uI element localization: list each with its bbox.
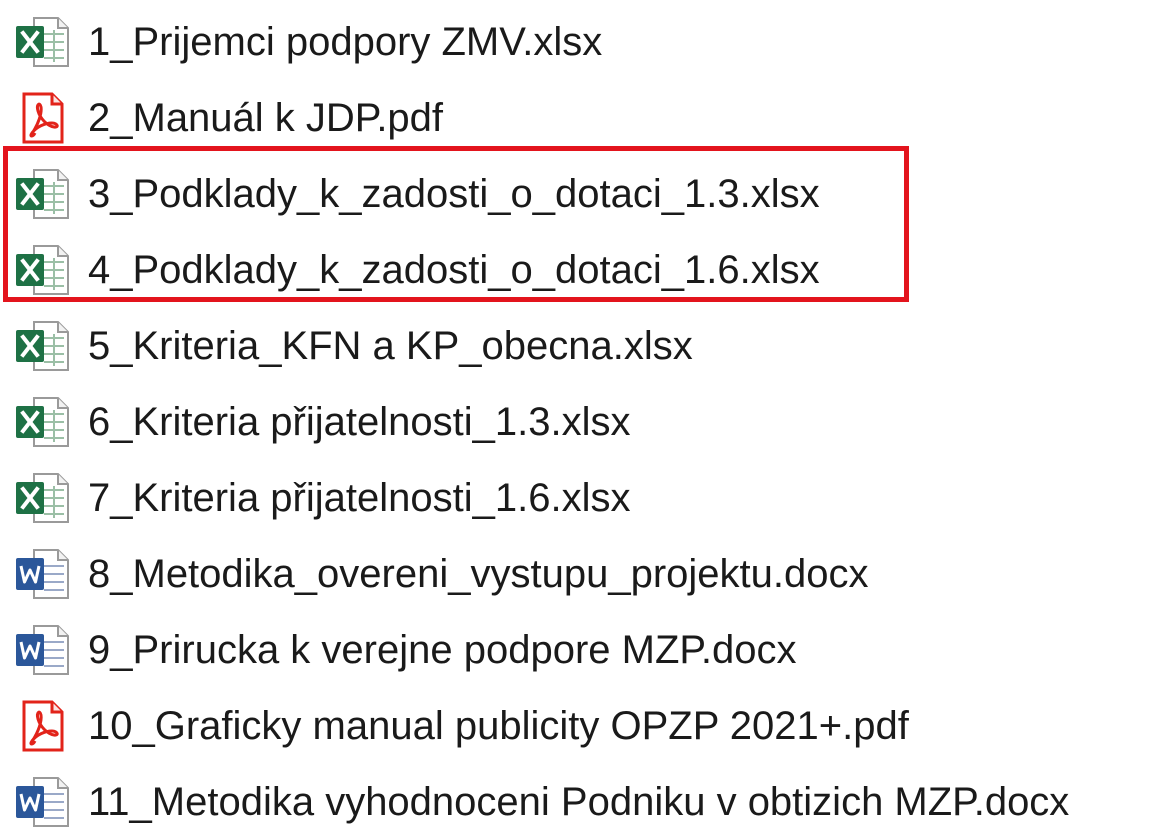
pdf-file-icon	[14, 698, 72, 754]
file-name: 6_Kriteria přijatelnosti_1.3.xlsx	[88, 399, 631, 444]
file-item-1[interactable]: 1_Prijemci podpory ZMV.xlsx	[0, 4, 1164, 80]
excel-file-icon	[14, 394, 72, 450]
file-name: 9_Prirucka k verejne podpore MZP.docx	[88, 627, 797, 672]
file-item-3[interactable]: 3_Podklady_k_zadosti_o_dotaci_1.3.xlsx	[0, 156, 1164, 232]
file-name: 2_Manuál k JDP.pdf	[88, 95, 444, 140]
file-name: 8_Metodika_overeni_vystupu_projektu.docx	[88, 551, 869, 596]
pdf-file-icon	[14, 90, 72, 146]
file-name: 10_Graficky manual publicity OPZP 2021+.…	[88, 703, 909, 748]
file-item-9[interactable]: 9_Prirucka k verejne podpore MZP.docx	[0, 612, 1164, 688]
file-item-2[interactable]: 2_Manuál k JDP.pdf	[0, 80, 1164, 156]
excel-file-icon	[14, 470, 72, 526]
file-name: 7_Kriteria přijatelnosti_1.6.xlsx	[88, 475, 631, 520]
file-name: 4_Podklady_k_zadosti_o_dotaci_1.6.xlsx	[88, 247, 820, 292]
word-file-icon	[14, 774, 72, 830]
word-file-icon	[14, 546, 72, 602]
file-name: 3_Podklady_k_zadosti_o_dotaci_1.3.xlsx	[88, 171, 820, 216]
excel-file-icon	[14, 14, 72, 70]
file-item-4[interactable]: 4_Podklady_k_zadosti_o_dotaci_1.6.xlsx	[0, 232, 1164, 308]
excel-file-icon	[14, 166, 72, 222]
file-item-7[interactable]: 7_Kriteria přijatelnosti_1.6.xlsx	[0, 460, 1164, 536]
file-name: 11_Metodika vyhodnoceni Podniku v obtizi…	[88, 779, 1070, 824]
file-item-11[interactable]: 11_Metodika vyhodnoceni Podniku v obtizi…	[0, 764, 1164, 840]
file-name: 5_Kriteria_KFN a KP_obecna.xlsx	[88, 323, 693, 368]
file-item-10[interactable]: 10_Graficky manual publicity OPZP 2021+.…	[0, 688, 1164, 764]
file-item-5[interactable]: 5_Kriteria_KFN a KP_obecna.xlsx	[0, 308, 1164, 384]
excel-file-icon	[14, 242, 72, 298]
word-file-icon	[14, 622, 72, 678]
excel-file-icon	[14, 318, 72, 374]
file-name: 1_Prijemci podpory ZMV.xlsx	[88, 19, 603, 64]
file-item-8[interactable]: 8_Metodika_overeni_vystupu_projektu.docx	[0, 536, 1164, 612]
file-item-6[interactable]: 6_Kriteria přijatelnosti_1.3.xlsx	[0, 384, 1164, 460]
